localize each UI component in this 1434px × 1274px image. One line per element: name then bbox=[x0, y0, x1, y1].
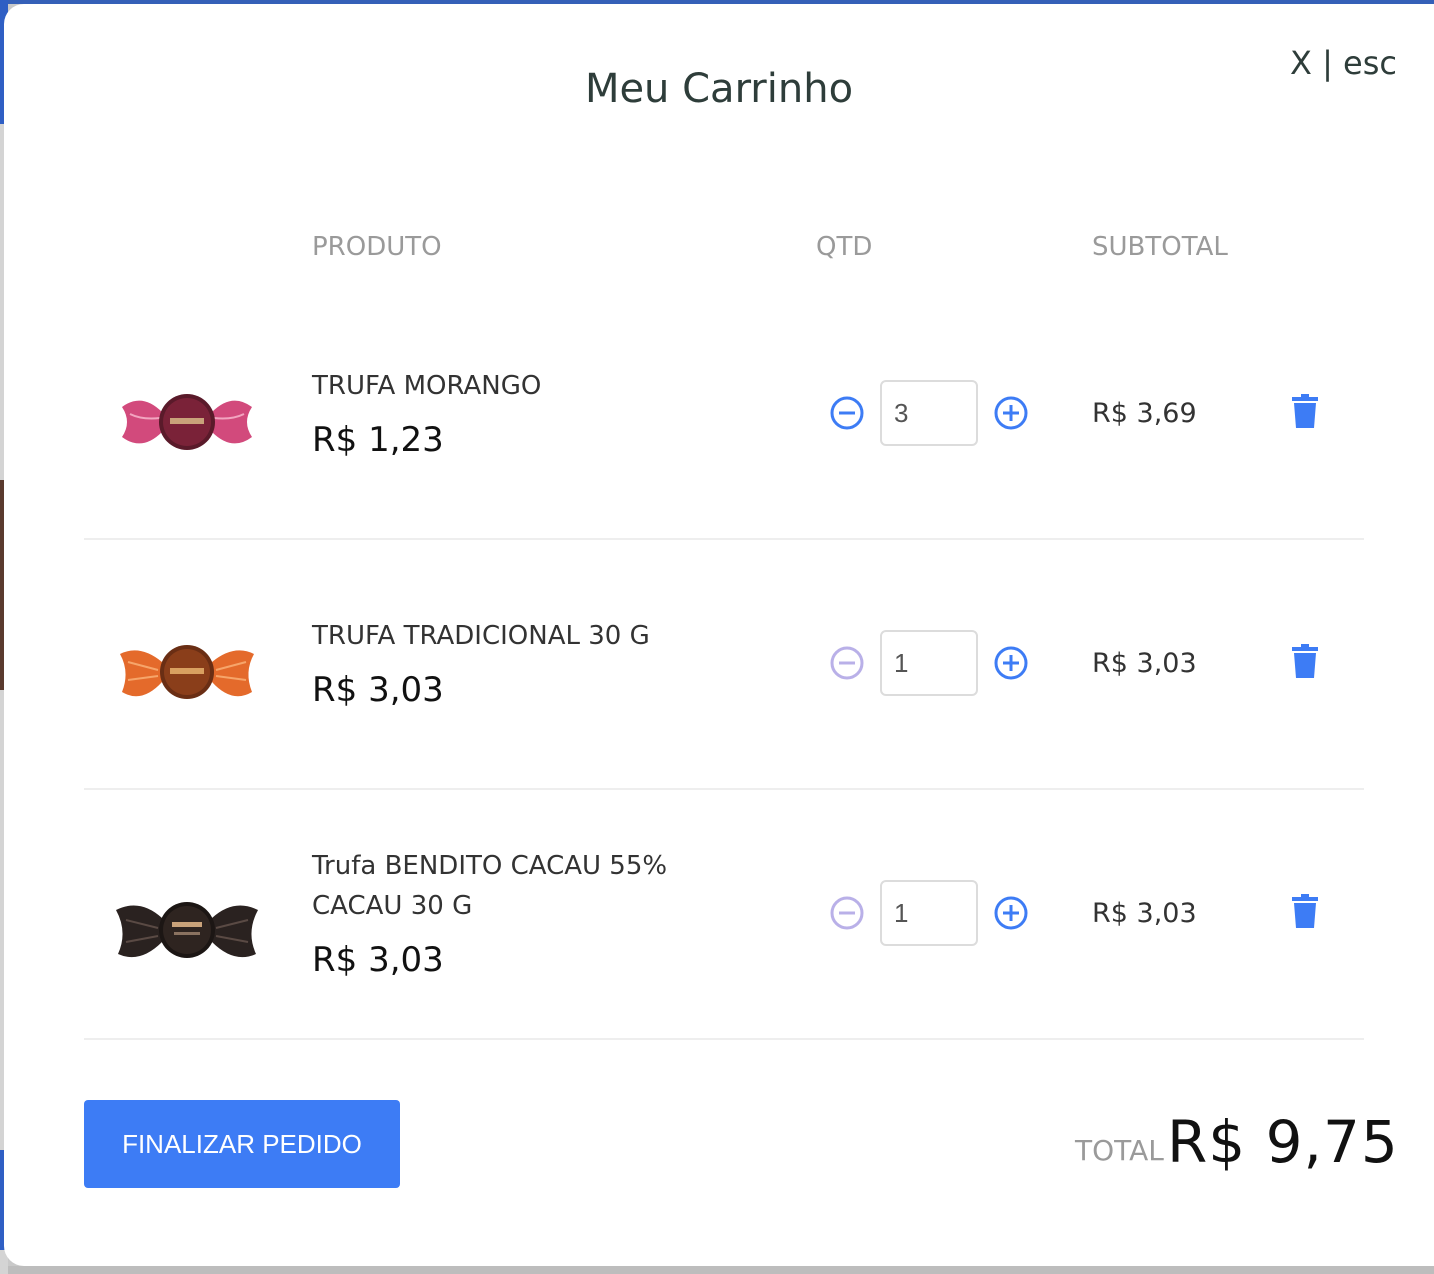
increase-quantity-button[interactable] bbox=[994, 896, 1028, 930]
total-label: TOTAL bbox=[1075, 1134, 1164, 1167]
modal-title: Meu Carrinho bbox=[584, 66, 854, 112]
truffle-traditional-image bbox=[120, 645, 254, 699]
item-subtotal: R$ 3,03 bbox=[1092, 898, 1197, 929]
cart-item-row: TRUFA TRADICIONAL 30 G R$ 3,03 R$ 3,03 bbox=[84, 540, 1364, 790]
column-header-product: PRODUTO bbox=[312, 232, 442, 262]
cart-modal: X | esc Meu Carrinho PRODUTO QTD SUBTOTA… bbox=[4, 4, 1434, 1266]
product-name-line: CACAU 30 G bbox=[312, 891, 473, 921]
product-name-line: Trufa BENDITO CACAU 55% bbox=[312, 851, 668, 881]
trash-icon[interactable] bbox=[1292, 894, 1318, 928]
item-subtotal: R$ 3,69 bbox=[1092, 398, 1197, 429]
decrease-quantity-button[interactable] bbox=[830, 396, 864, 430]
quantity-input[interactable] bbox=[880, 380, 978, 446]
cart-item-row: TRUFA MORANGO R$ 1,23 R$ 3,69 bbox=[84, 290, 1364, 540]
decrease-quantity-button[interactable] bbox=[830, 896, 864, 930]
product-price: R$ 3,03 bbox=[312, 670, 444, 710]
product-name: TRUFA TRADICIONAL 30 G bbox=[312, 621, 650, 651]
decrease-quantity-button[interactable] bbox=[830, 646, 864, 680]
truffle-strawberry-image bbox=[122, 394, 252, 450]
total-value: R$ 9,75 bbox=[1167, 1108, 1399, 1176]
trash-icon[interactable] bbox=[1292, 644, 1318, 678]
product-price: R$ 3,03 bbox=[312, 940, 444, 980]
increase-quantity-button[interactable] bbox=[994, 646, 1028, 680]
product-name: Trufa BENDITO CACAU 55% CACAU 30 G bbox=[312, 846, 712, 926]
truffle-cacao-image bbox=[116, 902, 258, 958]
column-header-subtotal: SUBTOTAL bbox=[1092, 232, 1228, 262]
item-subtotal: R$ 3,03 bbox=[1092, 648, 1197, 679]
product-price: R$ 1,23 bbox=[312, 420, 444, 460]
trash-icon[interactable] bbox=[1292, 394, 1318, 428]
increase-quantity-button[interactable] bbox=[994, 396, 1028, 430]
quantity-input[interactable] bbox=[880, 630, 978, 696]
quantity-input[interactable] bbox=[880, 880, 978, 946]
finalize-order-button[interactable]: FINALIZAR PEDIDO bbox=[84, 1100, 400, 1188]
cart-item-row: Trufa BENDITO CACAU 55% CACAU 30 G R$ 3,… bbox=[84, 790, 1364, 1040]
product-name: TRUFA MORANGO bbox=[312, 371, 542, 401]
backdrop-bottom bbox=[8, 1266, 1434, 1274]
column-header-qty: QTD bbox=[816, 232, 873, 262]
